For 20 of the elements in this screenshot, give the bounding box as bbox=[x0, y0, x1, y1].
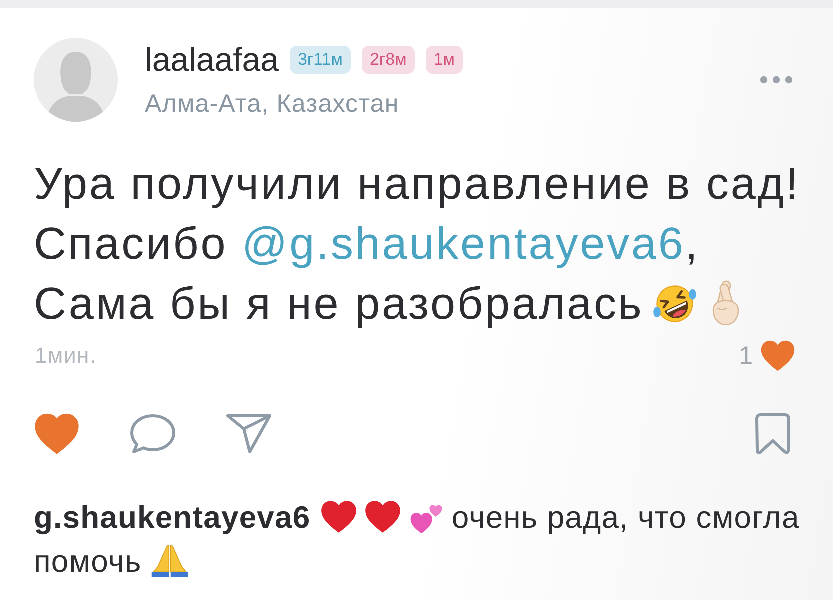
child-age-badge: 2г8м bbox=[362, 46, 415, 74]
username-link[interactable]: laalaafaa bbox=[145, 43, 279, 77]
post-time: 1мин. bbox=[35, 343, 98, 369]
praying-hands-icon bbox=[151, 543, 190, 579]
heart-icon bbox=[320, 499, 358, 535]
person-silhouette-icon[interactable] bbox=[34, 38, 118, 122]
post-text: Ура получили направление в сад! Спасибо @g.shaukentayeva6, Сама бы я не разобралась bbox=[34, 157, 802, 331]
heart-icon bbox=[759, 339, 797, 373]
bookmark-icon[interactable] bbox=[753, 412, 793, 456]
heart-icon bbox=[364, 499, 402, 535]
like-count: 1 bbox=[739, 342, 753, 370]
paper-plane-icon[interactable] bbox=[225, 413, 273, 455]
comment-text: g.shaukentayeva6 очень рада, что смогла помочь bbox=[34, 498, 801, 581]
heart-icon[interactable] bbox=[33, 413, 81, 455]
child-age-badge: 1м bbox=[426, 46, 463, 74]
child-age-badge: 3г11м bbox=[290, 46, 351, 74]
more-icon[interactable] bbox=[760, 76, 793, 84]
comment-author-link[interactable]: g.shaukentayeva6 bbox=[34, 500, 311, 535]
location-text: Алма-Ата, Казахстан bbox=[145, 91, 400, 117]
comment-icon[interactable] bbox=[129, 413, 177, 455]
